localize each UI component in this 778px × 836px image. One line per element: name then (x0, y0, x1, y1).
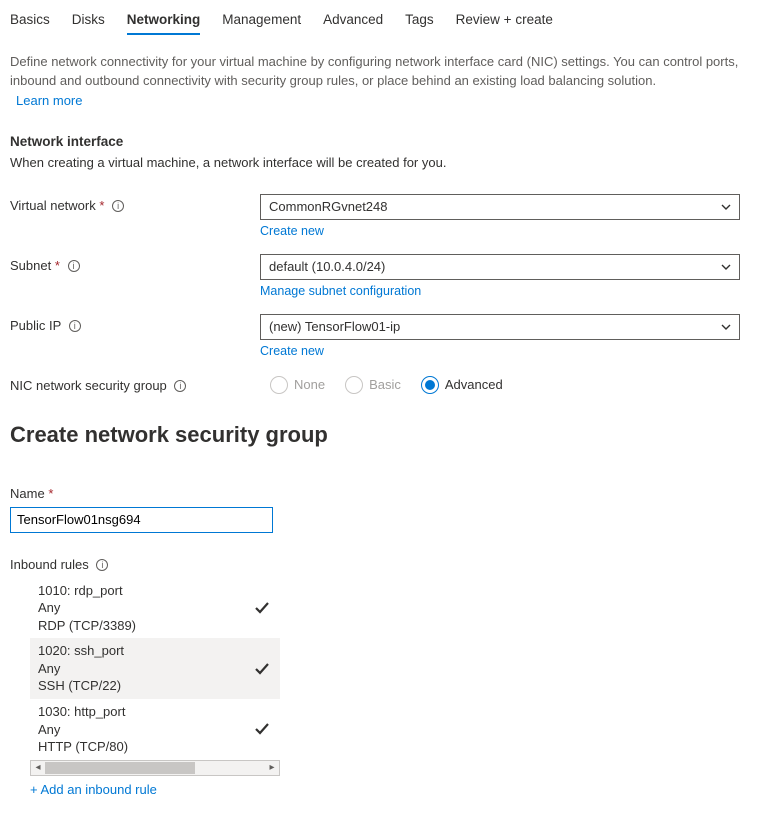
nsg-name-label: Name * (10, 486, 768, 501)
required-marker: * (99, 198, 104, 213)
subnet-label: Subnet * i (10, 254, 260, 273)
virtual-network-label-text: Virtual network (10, 198, 96, 213)
vnet-create-new-link[interactable]: Create new (260, 224, 324, 238)
tab-networking[interactable]: Networking (127, 10, 201, 35)
public-ip-value: (new) TensorFlow01-ip (269, 319, 400, 334)
rule-source: Any (38, 599, 136, 617)
rule-protocol: SSH (TCP/22) (38, 677, 124, 695)
nsg-name-label-text: Name (10, 486, 45, 501)
tab-review-create[interactable]: Review + create (456, 10, 553, 35)
rule-priority-name: 1020: ssh_port (38, 642, 124, 660)
radio-icon (345, 376, 363, 394)
virtual-network-select[interactable]: CommonRGvnet248 (260, 194, 740, 220)
info-icon[interactable]: i (174, 380, 186, 392)
info-icon[interactable]: i (112, 200, 124, 212)
chevron-down-icon (721, 322, 731, 332)
public-ip-label: Public IP i (10, 314, 260, 333)
tab-management[interactable]: Management (222, 10, 301, 35)
public-ip-label-text: Public IP (10, 318, 61, 333)
info-icon[interactable]: i (69, 320, 81, 332)
radio-icon (421, 376, 439, 394)
networking-description: Define network connectivity for your vir… (10, 53, 768, 91)
inbound-rule-item[interactable]: 1020: ssh_port Any SSH (TCP/22) (30, 638, 280, 699)
nic-nsg-label: NIC network security group i (10, 374, 260, 393)
virtual-network-value: CommonRGvnet248 (269, 199, 388, 214)
rule-priority-name: 1010: rdp_port (38, 582, 136, 600)
horizontal-scrollbar[interactable]: ◂ ▸ (30, 760, 280, 776)
scroll-thumb[interactable] (45, 762, 195, 774)
scroll-right-icon[interactable]: ▸ (265, 762, 279, 773)
inbound-rules-heading-text: Inbound rules (10, 557, 89, 572)
subnet-value: default (10.0.4.0/24) (269, 259, 385, 274)
subnet-select[interactable]: default (10.0.4.0/24) (260, 254, 740, 280)
rule-priority-name: 1030: http_port (38, 703, 128, 721)
radio-icon (270, 376, 288, 394)
chevron-down-icon (721, 262, 731, 272)
inbound-rules-heading: Inbound rules i (10, 557, 768, 572)
learn-more-link[interactable]: Learn more (10, 93, 82, 108)
create-nsg-heading: Create network security group (10, 422, 768, 448)
rule-protocol: HTTP (TCP/80) (38, 738, 128, 756)
rule-source: Any (38, 660, 124, 678)
wizard-tabs: Basics Disks Networking Management Advan… (10, 10, 768, 35)
public-ip-select[interactable]: (new) TensorFlow01-ip (260, 314, 740, 340)
nsg-radio-basic[interactable]: Basic (345, 376, 401, 394)
required-marker: * (55, 258, 60, 273)
tab-disks[interactable]: Disks (72, 10, 105, 35)
add-inbound-rule-link[interactable]: + Add an inbound rule (30, 782, 157, 797)
scroll-left-icon[interactable]: ◂ (31, 762, 45, 773)
tab-tags[interactable]: Tags (405, 10, 434, 35)
network-interface-heading: Network interface (10, 134, 768, 149)
check-icon (254, 600, 270, 616)
nic-nsg-label-text: NIC network security group (10, 378, 167, 393)
required-marker: * (48, 486, 53, 501)
network-interface-note: When creating a virtual machine, a netwo… (10, 155, 768, 170)
inbound-rule-item[interactable]: 1030: http_port Any HTTP (TCP/80) (30, 699, 280, 760)
info-icon[interactable]: i (68, 260, 80, 272)
check-icon (254, 661, 270, 677)
nsg-name-input[interactable] (10, 507, 273, 533)
inbound-rules-list: 1010: rdp_port Any RDP (TCP/3389) 1020: … (30, 578, 280, 760)
chevron-down-icon (721, 202, 731, 212)
nsg-radio-none-label: None (294, 377, 325, 392)
nsg-radio-advanced[interactable]: Advanced (421, 376, 503, 394)
nsg-radio-none[interactable]: None (270, 376, 325, 394)
subnet-label-text: Subnet (10, 258, 51, 273)
nsg-radio-advanced-label: Advanced (445, 377, 503, 392)
nic-nsg-radio-group: None Basic Advanced (270, 374, 768, 394)
tab-basics[interactable]: Basics (10, 10, 50, 35)
tab-advanced[interactable]: Advanced (323, 10, 383, 35)
check-icon (254, 721, 270, 737)
nsg-radio-basic-label: Basic (369, 377, 401, 392)
manage-subnet-link[interactable]: Manage subnet configuration (260, 284, 421, 298)
pip-create-new-link[interactable]: Create new (260, 344, 324, 358)
rule-protocol: RDP (TCP/3389) (38, 617, 136, 635)
inbound-rule-item[interactable]: 1010: rdp_port Any RDP (TCP/3389) (30, 578, 280, 639)
rule-source: Any (38, 721, 128, 739)
info-icon[interactable]: i (96, 559, 108, 571)
virtual-network-label: Virtual network * i (10, 194, 260, 213)
